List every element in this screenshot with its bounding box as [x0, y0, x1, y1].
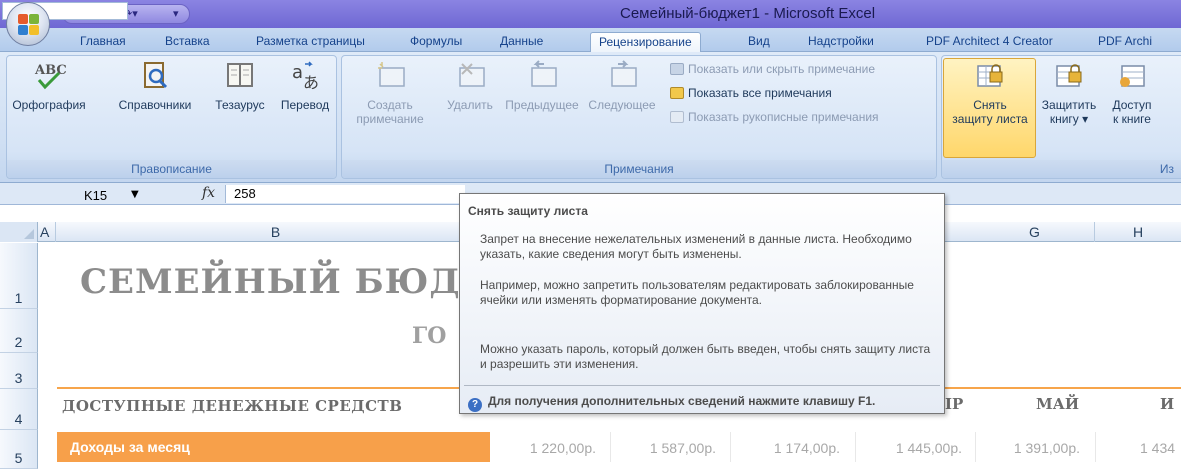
- tab-pdf-architect-2[interactable]: PDF Archi: [1090, 32, 1160, 52]
- unprotect-sheet-icon: [977, 64, 1003, 87]
- tab-home[interactable]: Главная: [72, 32, 134, 52]
- tab-formulas[interactable]: Формулы: [402, 32, 470, 52]
- tooltip-paragraph-2: Например, можно запретить пользователям …: [480, 278, 914, 307]
- row-header-5[interactable]: 5: [0, 430, 38, 469]
- month-header-apr: ІР: [945, 395, 964, 413]
- spelling-abc-icon: ABC: [34, 63, 67, 90]
- translate-button[interactable]: a あ Перевод: [275, 60, 335, 112]
- svg-text:a: a: [292, 62, 303, 83]
- month-header-jun: И: [1160, 395, 1175, 413]
- income-value-jan[interactable]: 1 220,00р.: [486, 440, 596, 456]
- column-header-a[interactable]: A: [38, 222, 56, 242]
- svg-text:あ: あ: [303, 73, 319, 92]
- tab-page-layout[interactable]: Разметка страницы: [248, 32, 373, 52]
- tooltip-paragraph-3: Можно указать пароль, который должен быт…: [480, 342, 931, 371]
- tooltip-paragraph-1: Запрет на внесение нежелательных изменен…: [480, 232, 912, 261]
- show-ink-icon: [670, 111, 684, 123]
- thesaurus-book-icon: [227, 63, 253, 87]
- thesaurus-button[interactable]: Тезаурус: [203, 60, 277, 112]
- proofing-group: ABC Орфография Справочники Тезаурус a あ …: [6, 55, 337, 179]
- show-all-comments-button[interactable]: Показать все примечания: [670, 86, 832, 100]
- unprotect-sheet-button[interactable]: Снять защиту листа: [944, 60, 1036, 126]
- row-header-4[interactable]: 4: [0, 389, 38, 430]
- research-book-icon: [144, 62, 168, 89]
- tab-insert[interactable]: Вставка: [157, 32, 218, 52]
- tooltip-help: ? Для получения дополнительных сведений н…: [468, 394, 875, 412]
- changes-group-label: Из: [942, 160, 1181, 178]
- tooltip-divider: [464, 385, 940, 386]
- tab-pdf-architect[interactable]: PDF Architect 4 Creator: [918, 32, 1061, 52]
- show-hide-comment-icon: [670, 63, 684, 75]
- month-header-may: МАЙ: [1036, 395, 1079, 413]
- delete-comment-button[interactable]: Удалить: [438, 60, 502, 112]
- show-hide-comment-button[interactable]: Показать или скрыть примечание: [670, 62, 875, 76]
- insert-function-icon[interactable]: fx: [202, 185, 215, 201]
- help-icon: ?: [468, 398, 482, 412]
- new-comment-icon: [378, 62, 405, 87]
- svg-text:ABC: ABC: [34, 63, 67, 78]
- office-button[interactable]: [6, 2, 50, 46]
- income-value-feb[interactable]: 1 587,00р.: [606, 440, 716, 456]
- income-value-may[interactable]: 1 391,00р.: [970, 440, 1080, 456]
- previous-comment-button[interactable]: Предыдущее: [502, 60, 582, 112]
- income-value-mar[interactable]: 1 174,00р.: [730, 440, 840, 456]
- translate-icon: a あ: [292, 61, 319, 92]
- protect-workbook-button[interactable]: Защитить книгу ▾: [1038, 60, 1100, 126]
- protect-workbook-icon: [1056, 64, 1082, 87]
- share-workbook-icon: [1120, 65, 1145, 87]
- tab-review[interactable]: Рецензирование: [590, 32, 701, 52]
- new-comment-button[interactable]: Создать примечание: [346, 60, 434, 126]
- income-value-apr[interactable]: 1 445,00р.: [852, 440, 962, 456]
- section-header: ДОСТУПНЫЕ ДЕНЕЖНЫЕ СРЕДСТВ: [62, 397, 403, 415]
- row-header-3[interactable]: 3: [0, 353, 38, 389]
- comments-group-label: Примечания: [342, 160, 936, 178]
- tab-addins[interactable]: Надстройки: [800, 32, 882, 52]
- office-logo-icon: [18, 14, 40, 36]
- show-all-comments-icon: [670, 87, 684, 99]
- tab-data[interactable]: Данные: [492, 32, 551, 52]
- share-workbook-button[interactable]: Доступ к книге: [1104, 60, 1160, 126]
- unprotect-sheet-tooltip: Снять защиту листа Запрет на внесение не…: [459, 193, 945, 414]
- comments-group: Создать примечание Удалить Предыдущее Сл…: [341, 55, 937, 179]
- window-title: Семейный-бюджет1 - Microsoft Excel: [620, 5, 876, 22]
- show-ink-button[interactable]: Показать рукописные примечания: [670, 110, 879, 124]
- name-box-dropdown-icon[interactable]: ▼: [131, 189, 139, 200]
- ribbon-tabs: Главная Вставка Разметка страницы Формул…: [0, 28, 1181, 52]
- proofing-group-label: Правописание: [7, 160, 336, 178]
- sheet-title: СЕМЕЙНЫЙ БЮД: [80, 262, 461, 302]
- income-label: Доходы за месяц: [70, 439, 190, 455]
- row-header-1[interactable]: 1: [0, 243, 38, 309]
- delete-comment-icon: [459, 63, 485, 87]
- customize-qat-icon[interactable]: ▾: [173, 7, 179, 20]
- research-button[interactable]: Справочники: [107, 60, 203, 112]
- name-box-value: K15: [84, 188, 108, 203]
- previous-comment-icon: [531, 60, 557, 87]
- spelling-button[interactable]: ABC Орфография: [11, 60, 87, 112]
- tooltip-title: Снять защиту листа: [468, 204, 588, 218]
- column-header-b[interactable]: B: [56, 222, 496, 242]
- select-all-corner[interactable]: [0, 222, 38, 242]
- next-comment-button[interactable]: Следующее: [584, 60, 660, 112]
- title-bar: ▣ ↶▾ ↷▾ ▾ Семейный-бюджет1 - Microsoft E…: [0, 0, 1181, 28]
- column-header-g[interactable]: G: [975, 222, 1095, 242]
- next-comment-icon: [611, 60, 637, 87]
- column-header-h[interactable]: H: [1095, 222, 1181, 242]
- ribbon: ABC Орфография Справочники Тезаурус a あ …: [0, 52, 1181, 183]
- formula-input[interactable]: 258: [225, 185, 465, 203]
- row-header-2[interactable]: 2: [0, 309, 38, 353]
- tab-view[interactable]: Вид: [740, 32, 778, 52]
- sheet-subtitle: ГО: [412, 323, 447, 349]
